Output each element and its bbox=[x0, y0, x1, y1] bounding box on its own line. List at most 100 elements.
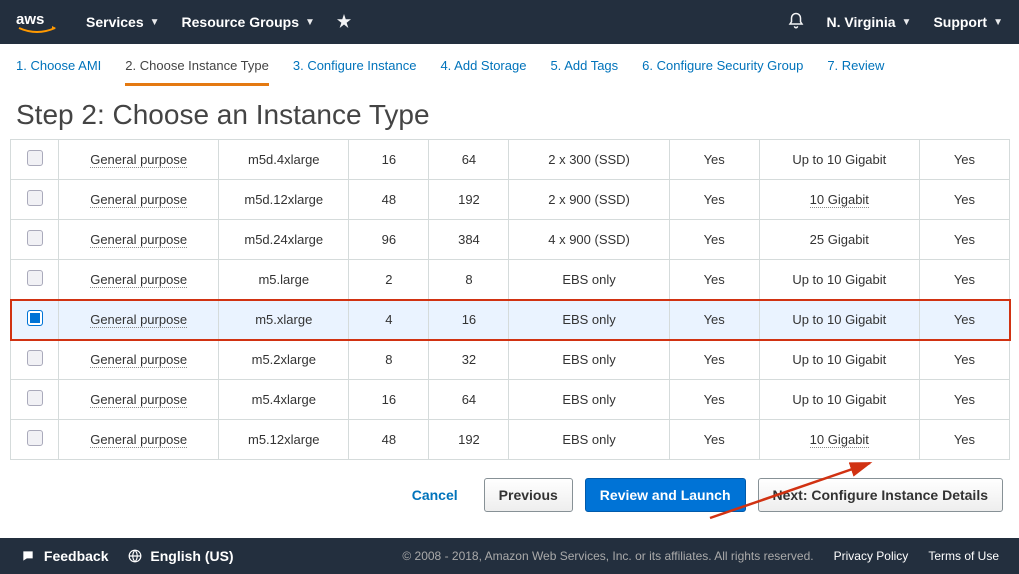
type-cell: m5.4xlarge bbox=[219, 380, 349, 420]
table-row[interactable]: General purposem5d.12xlarge481922 x 900 … bbox=[11, 180, 1010, 220]
storage-cell: 2 x 300 (SSD) bbox=[509, 140, 669, 180]
family-cell: General purpose bbox=[59, 420, 219, 460]
row-checkbox[interactable] bbox=[27, 150, 43, 166]
type-cell: m5d.24xlarge bbox=[219, 220, 349, 260]
ipv6-cell: Yes bbox=[919, 140, 1009, 180]
row-checkbox[interactable] bbox=[27, 230, 43, 246]
storage-cell: 4 x 900 (SSD) bbox=[509, 220, 669, 260]
table-row[interactable]: General purposem5.4xlarge1664EBS onlyYes… bbox=[11, 380, 1010, 420]
region-menu[interactable]: N. Virginia▼ bbox=[827, 14, 912, 30]
table-row[interactable]: General purposem5.12xlarge48192EBS onlyY… bbox=[11, 420, 1010, 460]
instance-type-table: General purposem5d.4xlarge16642 x 300 (S… bbox=[10, 139, 1010, 460]
ipv6-cell: Yes bbox=[919, 300, 1009, 340]
support-menu[interactable]: Support▼ bbox=[933, 14, 1003, 30]
mem-cell: 8 bbox=[429, 260, 509, 300]
net-cell: Up to 10 Gigabit bbox=[759, 340, 919, 380]
next-button[interactable]: Next: Configure Instance Details bbox=[758, 478, 1004, 512]
family-cell: General purpose bbox=[59, 300, 219, 340]
type-cell: m5d.12xlarge bbox=[219, 180, 349, 220]
row-checkbox[interactable] bbox=[27, 430, 43, 446]
wizard-step-6[interactable]: 6. Configure Security Group bbox=[642, 58, 803, 86]
net-cell: 10 Gigabit bbox=[759, 180, 919, 220]
net-cell: Up to 10 Gigabit bbox=[759, 140, 919, 180]
mem-cell: 32 bbox=[429, 340, 509, 380]
vcpu-cell: 16 bbox=[349, 140, 429, 180]
footer-actions: Cancel Previous Review and Launch Next: … bbox=[0, 460, 1019, 520]
storage-cell: 2 x 900 (SSD) bbox=[509, 180, 669, 220]
storage-cell: EBS only bbox=[509, 380, 669, 420]
table-row[interactable]: General purposem5d.4xlarge16642 x 300 (S… bbox=[11, 140, 1010, 180]
ebs-cell: Yes bbox=[669, 340, 759, 380]
privacy-link[interactable]: Privacy Policy bbox=[834, 549, 909, 563]
vcpu-cell: 2 bbox=[349, 260, 429, 300]
footer-bar: Feedback English (US) © 2008 - 2018, Ama… bbox=[0, 538, 1019, 574]
header-bar: aws Services▼ Resource Groups▼ N. Virgin… bbox=[0, 0, 1019, 44]
copyright-text: © 2008 - 2018, Amazon Web Services, Inc.… bbox=[402, 549, 813, 563]
vcpu-cell: 96 bbox=[349, 220, 429, 260]
type-cell: m5d.4xlarge bbox=[219, 140, 349, 180]
mem-cell: 384 bbox=[429, 220, 509, 260]
wizard-step-7[interactable]: 7. Review bbox=[827, 58, 884, 86]
ipv6-cell: Yes bbox=[919, 220, 1009, 260]
vcpu-cell: 48 bbox=[349, 420, 429, 460]
family-cell: General purpose bbox=[59, 220, 219, 260]
cancel-button[interactable]: Cancel bbox=[398, 479, 472, 511]
language-link[interactable]: English (US) bbox=[128, 548, 233, 564]
type-cell: m5.12xlarge bbox=[219, 420, 349, 460]
table-row[interactable]: General purposem5.large28EBS onlyYesUp t… bbox=[11, 260, 1010, 300]
row-checkbox[interactable] bbox=[27, 270, 43, 286]
wizard-step-1[interactable]: 1. Choose AMI bbox=[16, 58, 101, 86]
ebs-cell: Yes bbox=[669, 300, 759, 340]
family-cell: General purpose bbox=[59, 380, 219, 420]
ipv6-cell: Yes bbox=[919, 180, 1009, 220]
table-row[interactable]: General purposem5d.24xlarge963844 x 900 … bbox=[11, 220, 1010, 260]
table-row[interactable]: General purposem5.2xlarge832EBS onlyYesU… bbox=[11, 340, 1010, 380]
vcpu-cell: 48 bbox=[349, 180, 429, 220]
ipv6-cell: Yes bbox=[919, 260, 1009, 300]
type-cell: m5.2xlarge bbox=[219, 340, 349, 380]
vcpu-cell: 4 bbox=[349, 300, 429, 340]
ebs-cell: Yes bbox=[669, 260, 759, 300]
row-checkbox[interactable] bbox=[27, 350, 43, 366]
type-cell: m5.xlarge bbox=[219, 300, 349, 340]
review-launch-button[interactable]: Review and Launch bbox=[585, 478, 746, 512]
wizard-step-3[interactable]: 3. Configure Instance bbox=[293, 58, 417, 86]
type-cell: m5.large bbox=[219, 260, 349, 300]
wizard-step-2[interactable]: 2. Choose Instance Type bbox=[125, 58, 269, 86]
vcpu-cell: 16 bbox=[349, 380, 429, 420]
pin-icon[interactable] bbox=[337, 14, 351, 31]
aws-logo[interactable]: aws bbox=[16, 10, 58, 34]
previous-button[interactable]: Previous bbox=[484, 478, 573, 512]
net-cell: Up to 10 Gigabit bbox=[759, 380, 919, 420]
ebs-cell: Yes bbox=[669, 220, 759, 260]
family-cell: General purpose bbox=[59, 340, 219, 380]
storage-cell: EBS only bbox=[509, 260, 669, 300]
ebs-cell: Yes bbox=[669, 420, 759, 460]
family-cell: General purpose bbox=[59, 180, 219, 220]
mem-cell: 192 bbox=[429, 180, 509, 220]
mem-cell: 64 bbox=[429, 380, 509, 420]
storage-cell: EBS only bbox=[509, 420, 669, 460]
svg-text:aws: aws bbox=[16, 11, 44, 28]
mem-cell: 64 bbox=[429, 140, 509, 180]
row-checkbox[interactable] bbox=[27, 390, 43, 406]
ebs-cell: Yes bbox=[669, 380, 759, 420]
services-menu[interactable]: Services▼ bbox=[86, 14, 160, 30]
feedback-link[interactable]: Feedback bbox=[20, 548, 108, 564]
wizard-step-5[interactable]: 5. Add Tags bbox=[550, 58, 618, 86]
row-checkbox[interactable] bbox=[27, 310, 43, 326]
mem-cell: 192 bbox=[429, 420, 509, 460]
row-checkbox[interactable] bbox=[27, 190, 43, 206]
ebs-cell: Yes bbox=[669, 140, 759, 180]
resource-groups-menu[interactable]: Resource Groups▼ bbox=[182, 14, 315, 30]
storage-cell: EBS only bbox=[509, 300, 669, 340]
terms-link[interactable]: Terms of Use bbox=[928, 549, 999, 563]
ipv6-cell: Yes bbox=[919, 340, 1009, 380]
table-row[interactable]: General purposem5.xlarge416EBS onlyYesUp… bbox=[11, 300, 1010, 340]
wizard-step-4[interactable]: 4. Add Storage bbox=[440, 58, 526, 86]
mem-cell: 16 bbox=[429, 300, 509, 340]
page-title: Step 2: Choose an Instance Type bbox=[0, 87, 1019, 139]
family-cell: General purpose bbox=[59, 140, 219, 180]
ebs-cell: Yes bbox=[669, 180, 759, 220]
notifications-icon[interactable] bbox=[787, 12, 805, 33]
